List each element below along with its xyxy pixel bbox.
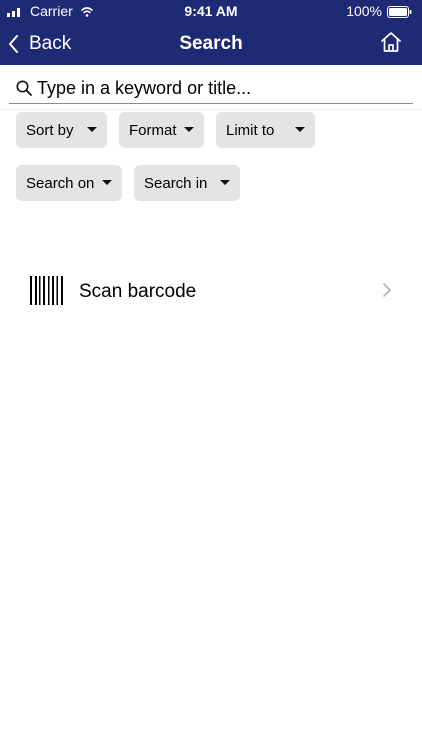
- search-icon: [16, 80, 32, 96]
- filter-divider: [0, 109, 422, 110]
- caret-down-icon: [87, 127, 97, 132]
- sort-by-label: Sort by: [26, 121, 74, 139]
- caret-down-icon: [184, 127, 194, 132]
- format-dropdown[interactable]: Format: [119, 112, 204, 148]
- barcode-icon: [30, 276, 63, 305]
- chevron-right-icon: [383, 283, 391, 297]
- search-in-dropdown[interactable]: Search in: [134, 165, 240, 201]
- sort-by-dropdown[interactable]: Sort by: [16, 112, 107, 148]
- status-bar: Carrier 9:41 AM 100%: [0, 0, 422, 24]
- caret-down-icon: [295, 127, 305, 132]
- battery-icon: [387, 6, 412, 18]
- navigation-bar: Back Search: [0, 24, 422, 65]
- app-header: Carrier 9:41 AM 100% Back Search: [0, 0, 422, 65]
- scan-barcode-label: Scan barcode: [79, 281, 197, 302]
- search-on-label: Search on: [26, 174, 95, 192]
- format-label: Format: [129, 121, 177, 139]
- search-in-label: Search in: [144, 174, 208, 192]
- limit-to-label: Limit to: [226, 121, 275, 139]
- page-title: Search: [179, 33, 243, 54]
- search-input[interactable]: [37, 74, 407, 102]
- scan-barcode-row[interactable]: Scan barcode: [0, 272, 422, 310]
- home-icon[interactable]: [380, 31, 402, 53]
- caret-down-icon: [102, 180, 112, 185]
- caret-down-icon: [220, 180, 230, 185]
- battery-percentage: 100%: [346, 3, 382, 19]
- limit-to-dropdown[interactable]: Limit to: [216, 112, 315, 148]
- search-bar: [9, 68, 413, 104]
- search-on-dropdown[interactable]: Search on: [16, 165, 122, 201]
